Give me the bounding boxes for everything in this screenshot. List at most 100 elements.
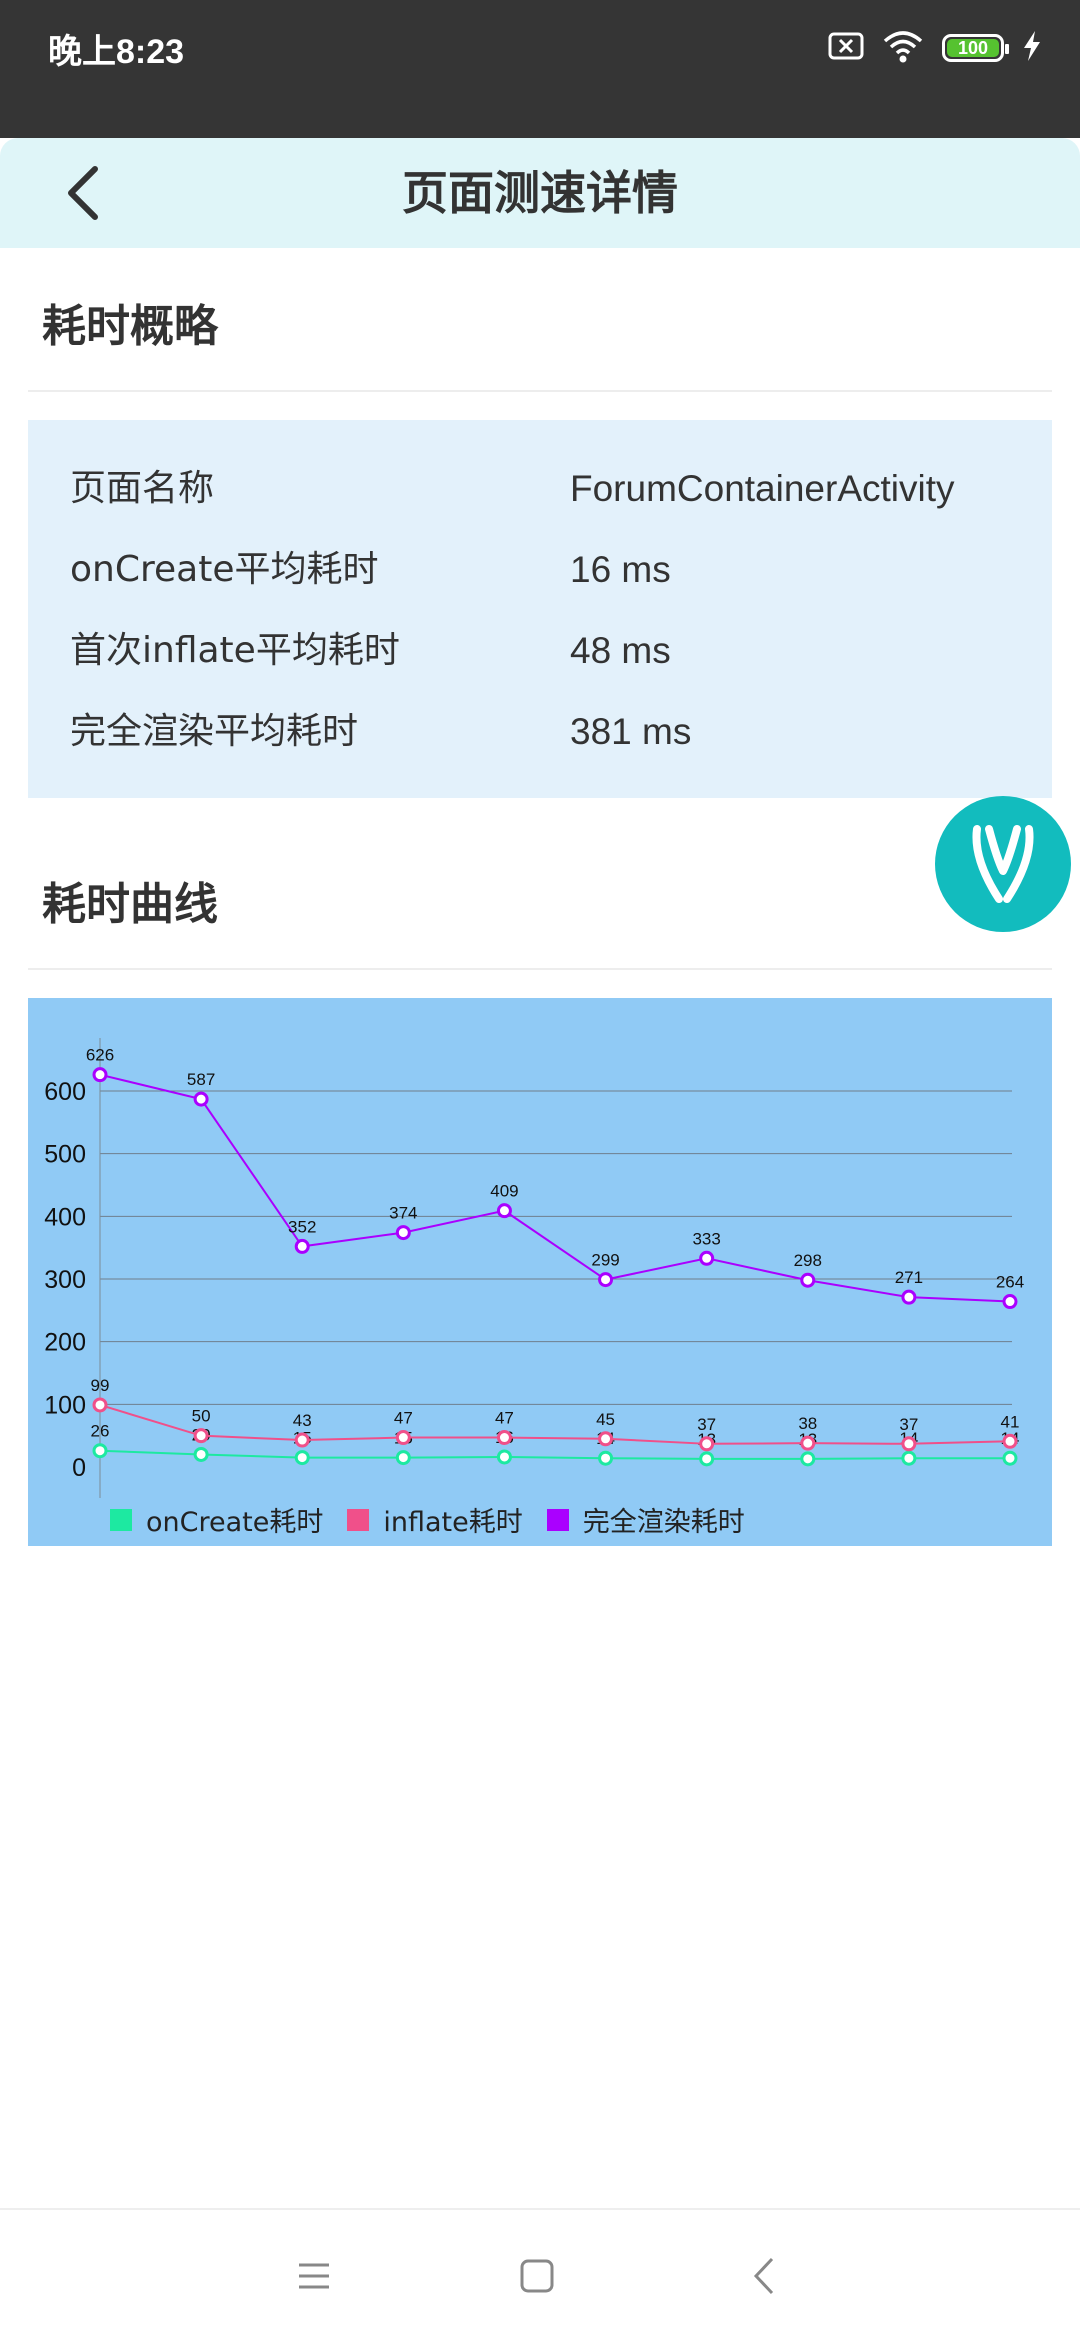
summary-row-page-name: 页面名称 ForumContainerActivity: [70, 459, 1032, 519]
data-point: [294, 1450, 310, 1466]
menu-button[interactable]: [284, 2246, 344, 2306]
data-label: 374: [389, 1204, 417, 1223]
summary-card: 页面名称 ForumContainerActivity onCreate平均耗时…: [28, 420, 1052, 798]
chart-legend: onCreate耗时 inflate耗时 完全渲染耗时: [110, 1500, 769, 1539]
curve-title: 耗时曲线: [42, 879, 218, 930]
y-tick-label: 200: [44, 1329, 86, 1357]
data-label: 99: [91, 1376, 110, 1395]
summary-value: 16 ms: [570, 549, 671, 590]
y-tick-label: 100: [44, 1391, 86, 1419]
summary-value: 48 ms: [570, 630, 671, 671]
data-label: 50: [192, 1407, 211, 1426]
data-point: [193, 1428, 209, 1444]
charging-icon: [1022, 30, 1042, 66]
system-nav-bar: [0, 2208, 1080, 2340]
y-tick-label: 600: [44, 1078, 86, 1106]
summary-label: 首次inflate平均耗时: [70, 630, 400, 671]
summary-row-oncreate: onCreate平均耗时 16 ms: [70, 540, 1032, 600]
data-label: 47: [394, 1409, 413, 1428]
data-label: 37: [899, 1415, 918, 1434]
data-label: 37: [697, 1415, 716, 1434]
legend-label: inflate耗时: [383, 1507, 523, 1538]
data-point: [92, 1067, 108, 1083]
data-point: [496, 1449, 512, 1465]
sim-off-icon: [828, 31, 864, 65]
data-point: [598, 1272, 614, 1288]
data-point: [395, 1450, 411, 1466]
data-point: [92, 1397, 108, 1413]
summary-label: 页面名称: [70, 468, 215, 509]
chevron-left-icon: [68, 166, 98, 220]
legend-swatch: [110, 1508, 132, 1531]
menu-icon: [299, 2263, 329, 2289]
y-tick-label: 400: [44, 1203, 86, 1231]
divider: [28, 390, 1052, 392]
legend-label: 完全渲染耗时: [582, 1507, 745, 1538]
wifi-icon: [882, 29, 924, 67]
nav-back-button[interactable]: [734, 2246, 794, 2306]
data-label: 299: [591, 1251, 619, 1270]
data-point: [496, 1203, 512, 1219]
summary-value: ForumContainerActivity: [570, 468, 955, 509]
data-point: [294, 1238, 310, 1254]
data-point: [598, 1431, 614, 1447]
y-tick-label: 0: [72, 1454, 86, 1482]
data-label: 352: [288, 1217, 316, 1236]
data-point: [800, 1272, 816, 1288]
battery-indicator: 100: [942, 34, 1009, 62]
data-point: [1002, 1433, 1018, 1449]
data-point: [699, 1436, 715, 1452]
data-point: [294, 1432, 310, 1448]
legend-item-oncreate: onCreate耗时: [110, 1500, 323, 1539]
data-point: [901, 1289, 917, 1305]
app-logo-icon: [972, 825, 1034, 903]
page-title: 页面测速详情: [402, 166, 678, 220]
home-button[interactable]: [507, 2246, 567, 2306]
y-tick-label: 500: [44, 1141, 86, 1169]
data-point: [800, 1435, 816, 1451]
summary-row-render: 完全渲染平均耗时 381 ms: [70, 702, 1032, 762]
summary-row-inflate: 首次inflate平均耗时 48 ms: [70, 621, 1032, 681]
data-label: 298: [794, 1251, 822, 1270]
data-point: [901, 1450, 917, 1466]
status-bar: 晚上8:23 100: [0, 0, 1080, 138]
data-point: [193, 1091, 209, 1107]
data-point: [598, 1450, 614, 1466]
data-label: 45: [596, 1410, 615, 1429]
legend-swatch: [546, 1508, 569, 1531]
summary-label: onCreate平均耗时: [70, 549, 379, 590]
status-time: 晚上8:23: [48, 33, 185, 71]
series-line: [99, 1403, 1011, 1445]
data-label: 409: [490, 1182, 518, 1201]
data-point: [1002, 1294, 1018, 1310]
summary-label: 完全渲染平均耗时: [70, 711, 359, 752]
floating-tool-button[interactable]: [935, 796, 1071, 932]
data-label: 41: [1001, 1412, 1020, 1431]
series-line: [99, 1449, 1010, 1460]
data-point: [699, 1451, 715, 1467]
data-point: [800, 1451, 816, 1467]
summary-value: 381 ms: [570, 711, 692, 752]
data-label: 271: [895, 1268, 923, 1287]
status-icons: 100: [828, 26, 1042, 70]
timing-chart-svg: 6005004003002001000262015151614131314149…: [44, 1038, 1024, 1498]
data-point: [395, 1430, 411, 1446]
data-label: 26: [91, 1422, 110, 1441]
data-point: [395, 1225, 411, 1241]
divider: [28, 968, 1052, 970]
data-label: 333: [692, 1229, 720, 1248]
data-point: [496, 1430, 512, 1446]
timing-chart: 6005004003002001000262015151614131314149…: [28, 998, 1052, 1546]
back-button[interactable]: [50, 160, 116, 226]
home-icon: [520, 2259, 554, 2293]
data-label: 626: [86, 1046, 114, 1065]
data-point: [901, 1436, 917, 1452]
battery-level: 100: [957, 37, 989, 58]
y-tick-label: 300: [44, 1266, 86, 1294]
data-point: [193, 1446, 209, 1462]
legend-item-inflate: inflate耗时: [347, 1500, 523, 1539]
summary-title: 耗时概略: [42, 301, 218, 352]
data-label: 43: [293, 1411, 312, 1430]
legend-item-render: 完全渲染耗时: [546, 1500, 745, 1539]
data-point: [1002, 1450, 1018, 1466]
